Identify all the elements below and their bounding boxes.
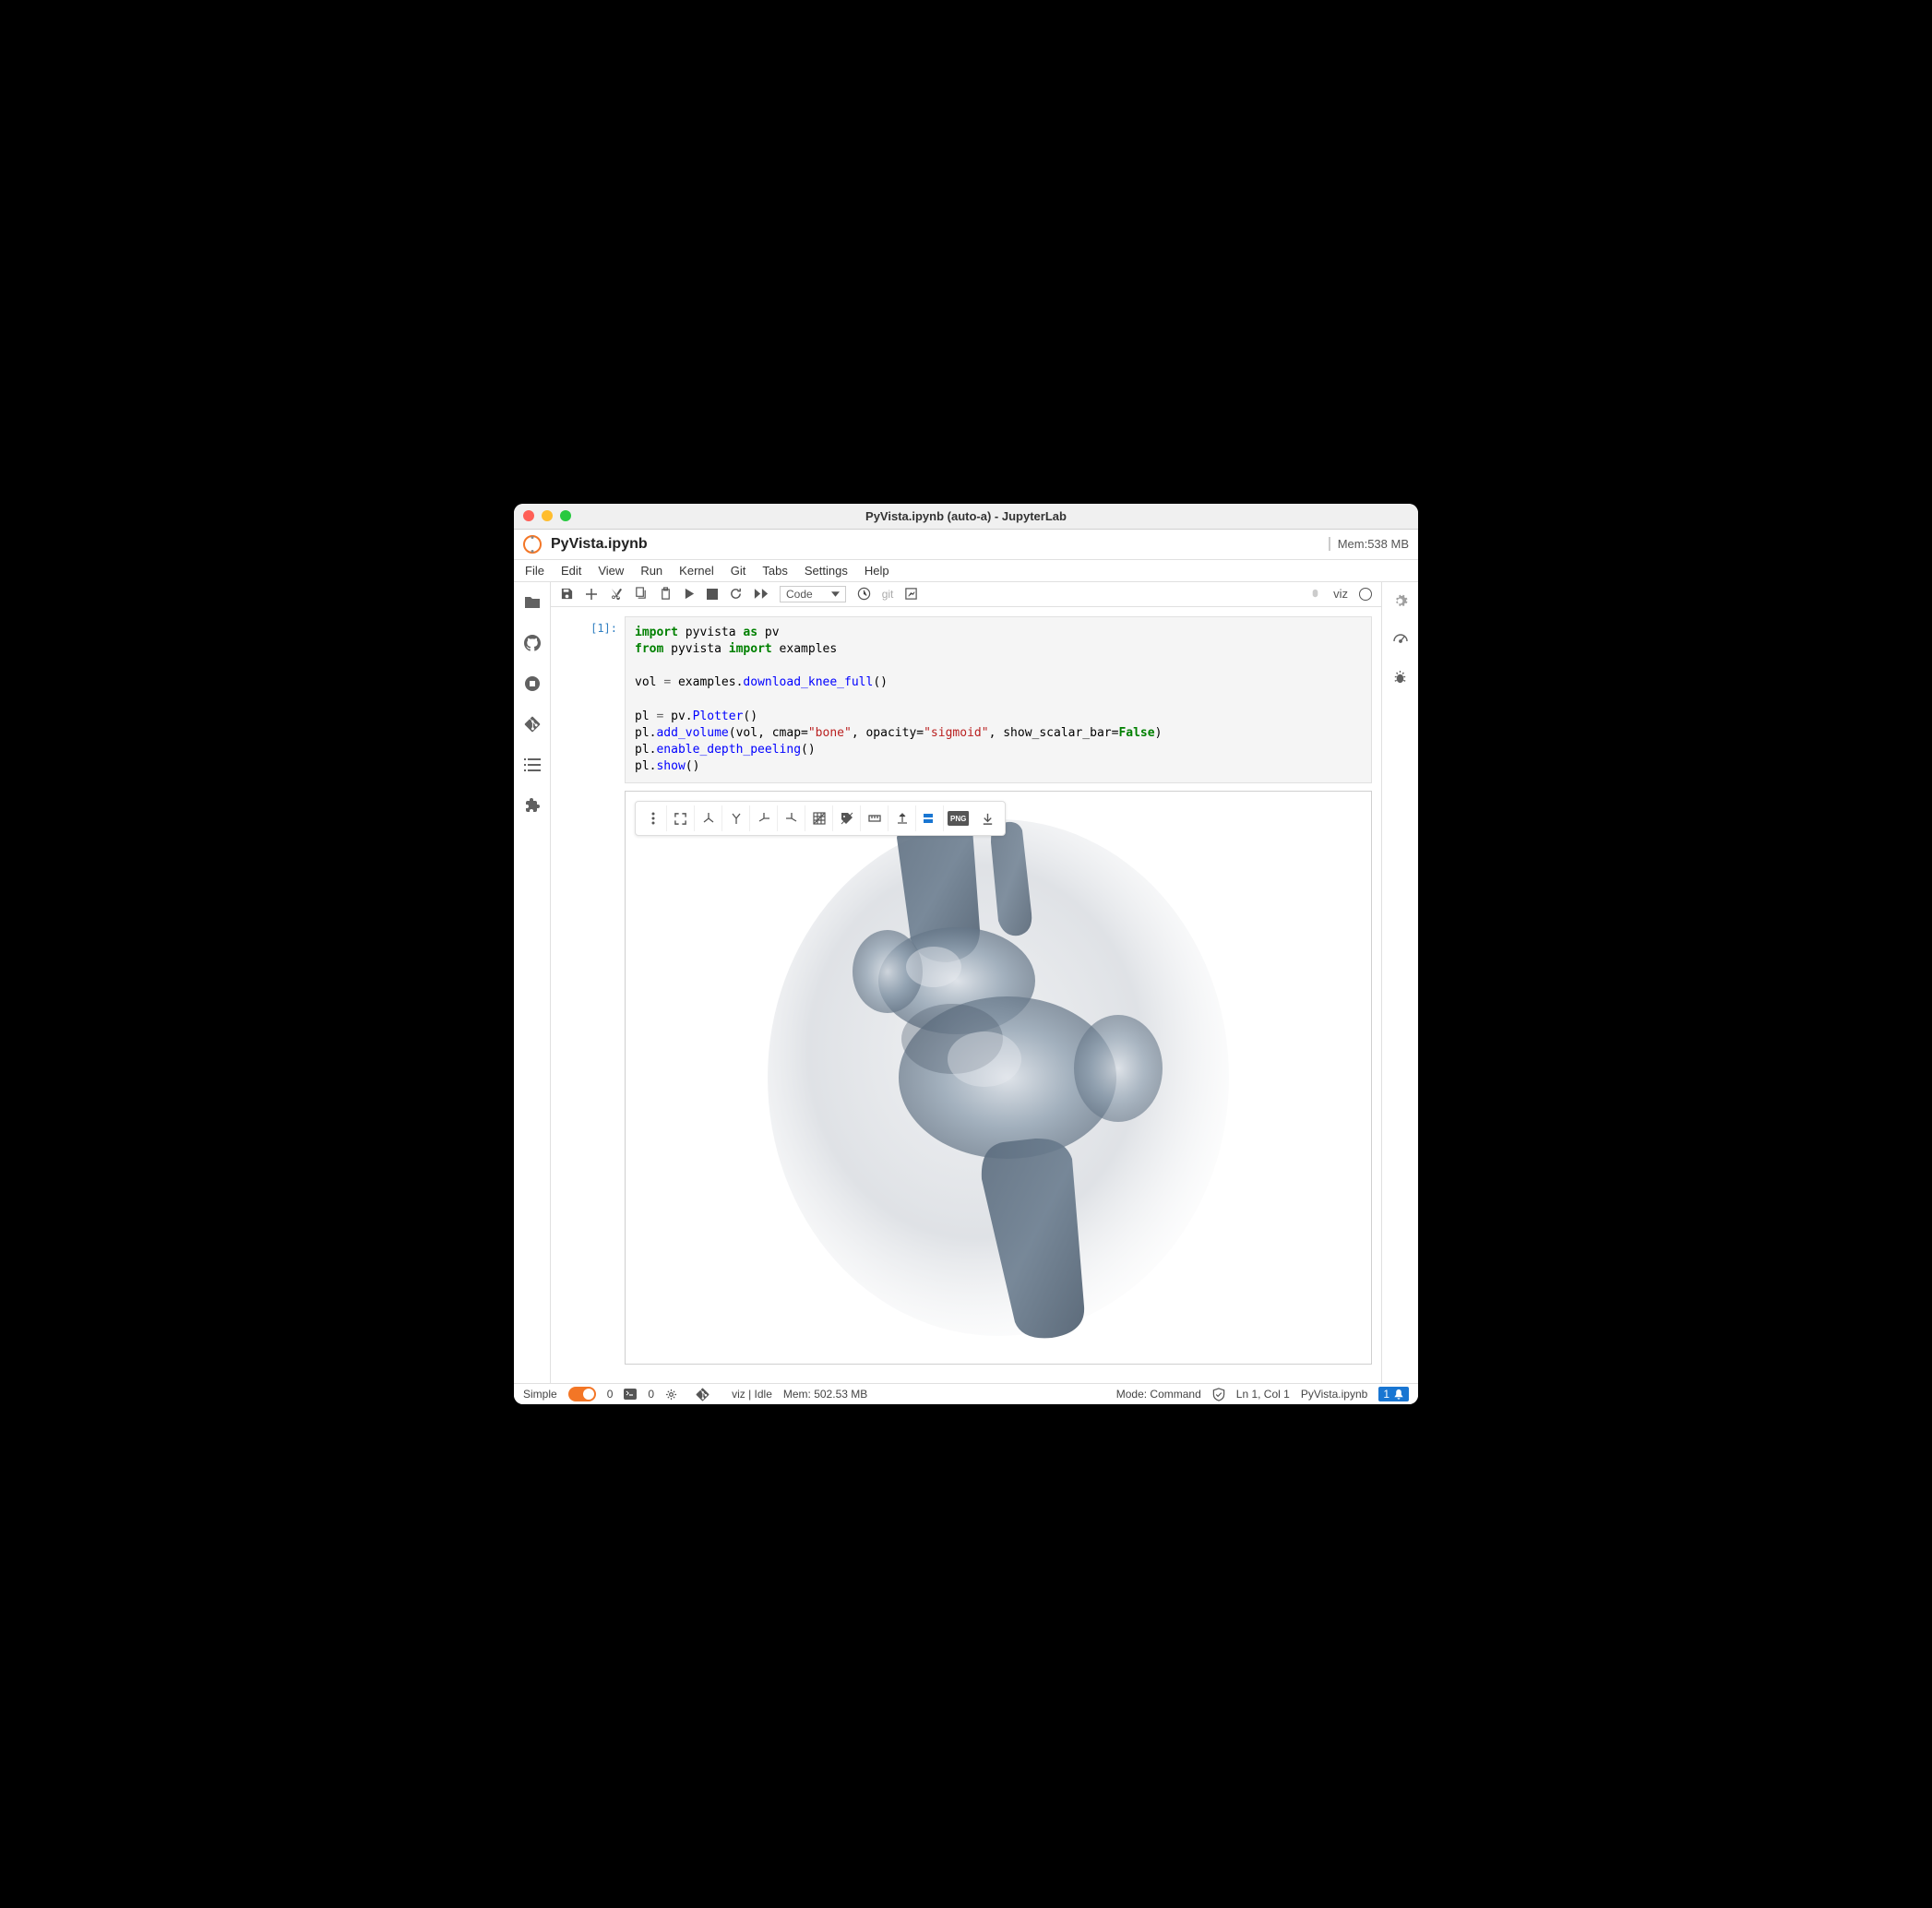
viewer-toolbar: PNG xyxy=(635,801,1006,836)
minimize-window-button[interactable] xyxy=(542,510,553,521)
menubar: File Edit View Run Kernel Git Tabs Setti… xyxy=(514,560,1418,582)
document-title[interactable]: PyVista.ipynb xyxy=(551,536,1329,553)
dashboard-icon[interactable] xyxy=(1392,631,1409,648)
status-filename[interactable]: PyVista.ipynb xyxy=(1301,1388,1368,1401)
run-icon[interactable] xyxy=(684,588,696,600)
knee-volume-render xyxy=(722,810,1275,1345)
grid-icon[interactable] xyxy=(805,805,833,831)
axis-xz-icon[interactable] xyxy=(750,805,778,831)
ruler-icon[interactable] xyxy=(861,805,888,831)
cell-prompt: [1]: xyxy=(560,616,625,784)
download-icon[interactable] xyxy=(973,805,1001,831)
bug-faded-icon[interactable] xyxy=(1308,587,1322,601)
extensions-icon[interactable] xyxy=(523,796,542,815)
menu-file[interactable]: File xyxy=(525,564,544,578)
github-icon[interactable] xyxy=(523,634,542,652)
jupyter-logo-icon xyxy=(523,535,542,554)
status-memory: Mem: 502.53 MB xyxy=(783,1388,867,1401)
window-controls xyxy=(523,510,571,521)
cell-output: PNG xyxy=(625,791,1372,1365)
maximize-window-button[interactable] xyxy=(560,510,571,521)
toc-icon[interactable] xyxy=(523,756,542,774)
close-window-button[interactable] xyxy=(523,510,534,521)
add-cell-icon[interactable] xyxy=(585,588,598,601)
kernel-status[interactable]: viz | Idle xyxy=(732,1388,772,1401)
stop-icon[interactable] xyxy=(707,589,718,600)
cursor-position[interactable]: Ln 1, Col 1 xyxy=(1236,1388,1290,1401)
clock-icon[interactable] xyxy=(857,587,871,601)
measure-icon[interactable] xyxy=(888,805,916,831)
left-sidebar xyxy=(514,582,551,1384)
terminal-icon[interactable] xyxy=(624,1389,637,1400)
axis-yz-icon[interactable] xyxy=(778,805,805,831)
menu-settings[interactable]: Settings xyxy=(805,564,848,578)
notebook-toolbar: Code git viz xyxy=(551,582,1381,607)
menu-kernel[interactable]: Kernel xyxy=(679,564,714,578)
menu-view[interactable]: View xyxy=(598,564,624,578)
git-label[interactable]: git xyxy=(882,588,894,601)
png-export-button[interactable]: PNG xyxy=(948,811,970,826)
notification-badge[interactable]: 1 xyxy=(1378,1387,1409,1401)
kernel-name[interactable]: viz xyxy=(1333,587,1348,601)
kernels-count[interactable]: 0 xyxy=(648,1388,654,1401)
copy-icon[interactable] xyxy=(634,587,648,601)
colorbar-icon[interactable] xyxy=(916,805,944,831)
kernel-status-icon[interactable] xyxy=(1359,588,1372,601)
render-icon[interactable] xyxy=(904,587,918,601)
body: Code git viz [1]: import pyvista as pv f… xyxy=(514,582,1418,1384)
label-icon[interactable] xyxy=(833,805,861,831)
menu-tabs[interactable]: Tabs xyxy=(762,564,787,578)
folder-icon[interactable] xyxy=(523,593,542,612)
menu-dots-icon[interactable] xyxy=(639,805,667,831)
app-window: PyVista.ipynb (auto-a) - JupyterLab PyVi… xyxy=(514,504,1418,1405)
simple-toggle[interactable] xyxy=(568,1387,596,1401)
window-title: PyVista.ipynb (auto-a) - JupyterLab xyxy=(514,509,1418,523)
settings-icon[interactable] xyxy=(1392,593,1408,609)
code-input[interactable]: import pyvista as pv from pyvista import… xyxy=(625,616,1372,784)
menu-git[interactable]: Git xyxy=(731,564,746,578)
cut-icon[interactable] xyxy=(609,587,623,601)
titlebar: PyVista.ipynb (auto-a) - JupyterLab xyxy=(514,504,1418,530)
debug-icon[interactable] xyxy=(1392,670,1408,686)
axis-xy-icon[interactable] xyxy=(722,805,750,831)
git-status-icon[interactable] xyxy=(696,1388,710,1401)
paste-icon[interactable] xyxy=(659,587,673,601)
terminals-count[interactable]: 0 xyxy=(607,1388,614,1401)
kernel-gear-icon[interactable] xyxy=(665,1389,677,1401)
fullscreen-icon[interactable] xyxy=(667,805,695,831)
shield-icon[interactable] xyxy=(1212,1388,1225,1401)
menu-edit[interactable]: Edit xyxy=(561,564,581,578)
statusbar: Simple 0 0 viz | Idle Mem: 502.53 MB Mod… xyxy=(514,1383,1418,1404)
header: PyVista.ipynb Mem:538 MB xyxy=(514,530,1418,560)
restart-run-icon[interactable] xyxy=(754,588,769,600)
memory-indicator: Mem:538 MB xyxy=(1329,537,1409,551)
menu-help[interactable]: Help xyxy=(865,564,889,578)
git-icon[interactable] xyxy=(523,715,542,733)
volume-render-view[interactable] xyxy=(626,792,1371,1364)
running-icon[interactable] xyxy=(523,674,542,693)
editor-mode: Mode: Command xyxy=(1116,1388,1201,1401)
notebook[interactable]: [1]: import pyvista as pv from pyvista i… xyxy=(551,607,1381,1384)
right-sidebar xyxy=(1381,582,1418,1384)
code-cell[interactable]: [1]: import pyvista as pv from pyvista i… xyxy=(560,616,1372,784)
celltype-select[interactable]: Code xyxy=(780,586,846,602)
menu-run[interactable]: Run xyxy=(640,564,662,578)
simple-label: Simple xyxy=(523,1388,557,1401)
axis-xyz-icon[interactable] xyxy=(695,805,722,831)
main-area: Code git viz [1]: import pyvista as pv f… xyxy=(551,582,1381,1384)
restart-icon[interactable] xyxy=(729,587,743,601)
save-icon[interactable] xyxy=(560,587,574,601)
